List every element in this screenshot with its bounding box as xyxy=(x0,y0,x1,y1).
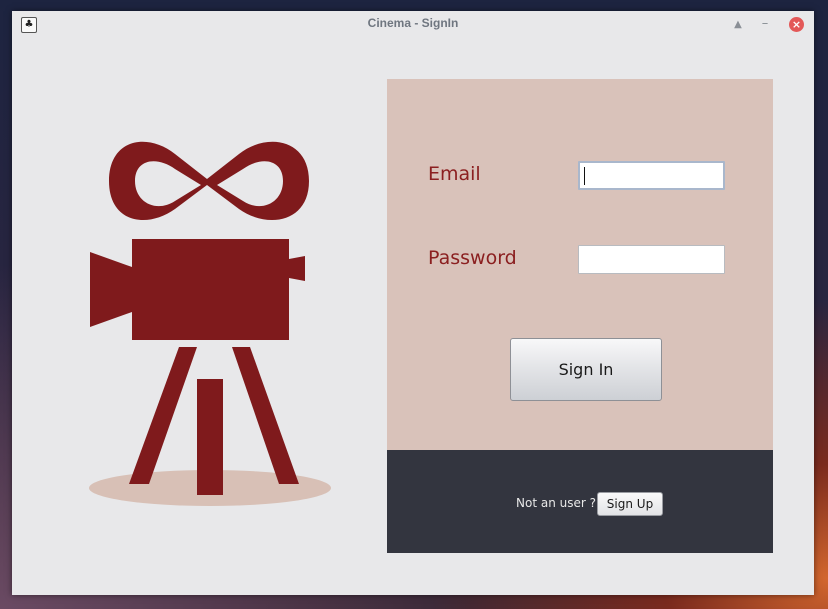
password-label: Password xyxy=(428,247,517,269)
password-field[interactable] xyxy=(578,245,725,274)
signin-form-panel: Email Password Sign In xyxy=(387,79,773,450)
signin-window: ♣ Cinema - SignIn ▲ – × Email Password S… xyxy=(12,11,814,595)
film-reels-icon xyxy=(109,141,309,221)
window-title: Cinema - SignIn xyxy=(367,16,459,30)
email-label: Email xyxy=(428,163,481,185)
maximize-icon[interactable]: ▲ xyxy=(730,17,746,33)
minimize-icon[interactable]: – xyxy=(757,17,773,33)
signup-footer: Not an user ? Sign Up xyxy=(387,450,773,553)
camera-side-knob xyxy=(289,256,305,281)
tripod-left-leg xyxy=(129,347,197,484)
sign-up-button[interactable]: Sign Up xyxy=(597,492,663,516)
title-bar[interactable]: ♣ Cinema - SignIn ▲ – × xyxy=(12,11,814,39)
tripod-right-leg xyxy=(232,347,299,484)
camera-icon xyxy=(90,141,309,495)
email-field[interactable] xyxy=(578,161,725,190)
not-a-user-text: Not an user ? xyxy=(516,496,596,510)
camera-body xyxy=(132,239,289,340)
sign-in-button[interactable]: Sign In xyxy=(510,338,662,401)
close-icon[interactable]: × xyxy=(789,17,804,32)
movie-camera-logo xyxy=(89,141,331,506)
tripod-center-leg xyxy=(197,379,223,495)
camera-lens xyxy=(90,252,132,327)
